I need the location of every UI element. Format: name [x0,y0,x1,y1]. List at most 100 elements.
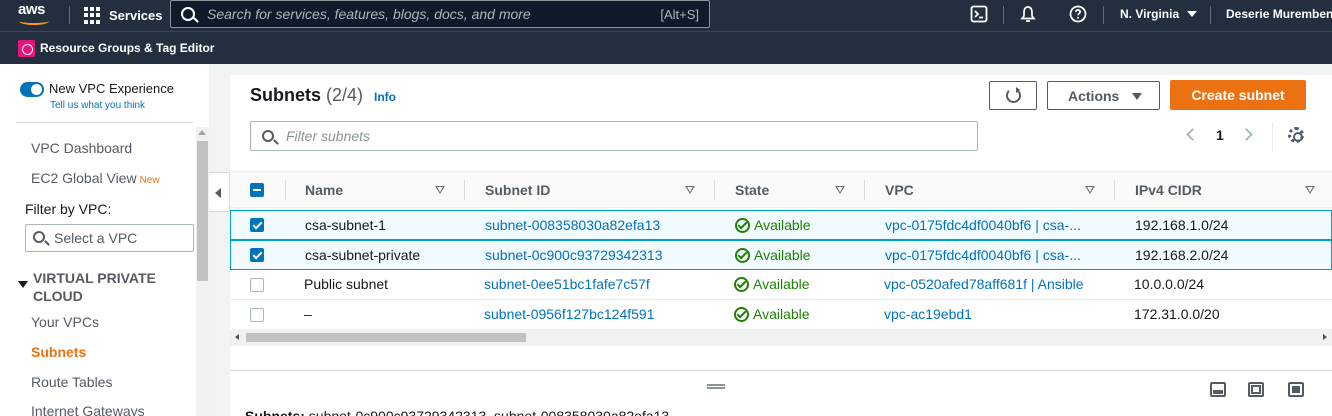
vpc-filter-select[interactable]: Select a VPC [25,224,194,252]
row-checkbox[interactable] [250,218,264,232]
scrollbar-thumb[interactable] [197,141,208,281]
selection-count: (2/4) [326,85,364,105]
subnets-panel: Subnets (2/4) Info Actions Create subnet… [230,75,1332,370]
page-title-text: Subnets [250,85,322,105]
sidebar-item-route-tables[interactable]: Route Tables [31,374,112,390]
global-search-input[interactable]: Search for services, features, blogs, do… [170,0,710,28]
sidebar-scrollbar[interactable] [196,127,209,416]
region-label: N. Virginia [1120,7,1180,21]
region-selector[interactable]: N. Virginia [1120,0,1198,31]
split-panel: Subnets: subnet-0c900c93729342313, subne… [230,370,1332,416]
state-label: Available [754,217,811,233]
feedback-link[interactable]: Tell us what you think [50,100,145,111]
sort-icon [835,186,845,194]
sidebar-item-vpc-dashboard[interactable]: VPC Dashboard [31,140,132,156]
cell-state: Available [735,217,811,233]
column-label: Subnet ID [485,182,551,198]
table-header: Name Subnet ID State VPC IPv4 CIDR [230,171,1332,208]
column-header-state[interactable]: State [735,172,860,208]
row-checkbox[interactable] [250,248,264,262]
drag-handle-icon[interactable] [707,384,725,389]
cell-subnet-id[interactable]: subnet-0ee51bc1fafe7c57f [484,276,650,292]
cell-vpc[interactable]: vpc-0175fdc4df0040bf6 | csa-... [885,217,1081,233]
sort-icon [1085,186,1095,194]
cell-ipv4-cidr: 172.31.0.0/20 [1134,306,1220,322]
next-page-icon[interactable] [1240,128,1253,141]
cell-vpc[interactable]: vpc-0175fdc4df0040bf6 | csa-... [885,247,1081,263]
cloudshell-icon[interactable] [969,5,989,25]
cell-vpc[interactable]: vpc-0520afed78aff681f | Ansible [884,276,1084,292]
column-header-subnet-id[interactable]: Subnet ID [485,172,700,208]
grid-icon [84,7,101,24]
row-checkbox[interactable] [250,278,264,292]
actions-button[interactable]: Actions [1047,81,1160,110]
pagination-divider [1272,122,1273,152]
nav-divider [1103,6,1104,24]
cell-subnet-id[interactable]: subnet-008358030a82efa13 [485,217,660,233]
filter-subnets-input[interactable]: Filter subnets [250,121,978,151]
cell-subnet-id[interactable]: subnet-0c900c93729342313 [485,247,663,263]
search-icon [33,231,45,243]
column-label: VPC [885,182,914,198]
row-checkbox[interactable] [250,308,264,322]
split-panel-full-icon[interactable] [1288,382,1304,397]
split-panel-side-icon[interactable] [1248,382,1264,397]
new-vpc-experience-toggle[interactable] [20,82,44,97]
table-row[interactable]: Public subnet subnet-0ee51bc1fafe7c57f A… [230,270,1332,300]
vpc-filter-placeholder: Select a VPC [54,230,138,246]
sort-icon [685,186,695,194]
table-horizontal-scrollbar[interactable] [230,329,1332,346]
account-menu[interactable]: Deserie Murembeni [1226,0,1332,31]
cell-name: csa-subnet-1 [305,217,386,233]
column-divider [464,180,465,200]
help-icon[interactable] [1068,5,1088,25]
sidebar-item-your-vpcs[interactable]: Your VPCs [31,314,99,330]
nav-divider [1210,6,1211,24]
column-header-vpc[interactable]: VPC [885,172,1105,208]
refresh-arrow-icon [1016,87,1020,93]
actions-label: Actions [1068,88,1120,104]
scrollbar-thumb[interactable] [246,333,526,342]
aws-logo-text: aws [18,1,45,18]
sidebar-item-internet-gateways[interactable]: Internet Gateways [31,403,145,416]
previous-page-icon[interactable] [1186,128,1199,141]
aws-smile-icon [19,17,49,25]
filter-placeholder: Filter subnets [286,128,371,144]
favorite-resource-groups[interactable]: Resource Groups & Tag Editor [40,32,214,64]
current-page[interactable]: 1 [1216,127,1224,143]
column-header-ipv4-cidr[interactable]: IPv4 CIDR [1135,172,1325,208]
gear-icon[interactable] [1288,127,1304,143]
aws-logo[interactable]: aws [18,2,54,28]
cell-subnet-id[interactable]: subnet-0956f127bc124f591 [484,306,654,322]
column-divider [864,180,865,200]
column-divider [714,180,715,200]
sidebar-item-subnets[interactable]: Subnets [31,344,86,360]
split-panel-bottom-icon[interactable] [1210,382,1226,397]
section-virtual-private-cloud[interactable]: VIRTUAL PRIVATE CLOUD [33,269,183,305]
bell-icon[interactable] [1018,5,1038,25]
services-menu-button[interactable]: Services [84,0,163,31]
split-panel-summary: Subnets: subnet-0c900c93729342313, subne… [245,408,669,416]
cell-vpc[interactable]: vpc-ac19ebd1 [884,306,972,322]
collapse-sidebar-button[interactable] [209,172,230,212]
state-label: Available [753,276,810,292]
create-subnet-button[interactable]: Create subnet [1170,80,1306,110]
check-circle-icon [734,307,749,322]
sidebar-item-ec2-global-view[interactable]: EC2 Global View New [31,170,160,186]
sidebar-divider [16,122,193,123]
caret-down-icon[interactable] [18,281,28,288]
refresh-button[interactable] [989,81,1037,110]
sort-icon [1305,186,1315,194]
column-header-name[interactable]: Name [305,172,450,208]
cell-name: csa-subnet-private [305,247,421,263]
select-all-checkbox[interactable] [250,183,264,197]
table-row[interactable]: csa-subnet-private subnet-0c900c93729342… [230,240,1332,270]
info-link[interactable]: Info [374,90,396,104]
cell-name: Public subnet [304,276,389,292]
table-row[interactable]: csa-subnet-1 subnet-008358030a82efa13 Av… [230,210,1332,240]
scroll-up-icon[interactable] [198,130,206,135]
scroll-left-icon[interactable] [235,334,239,340]
scroll-right-icon[interactable] [1323,334,1327,340]
sidebar-item-label: EC2 Global View [31,170,137,186]
table-row[interactable]: – subnet-0956f127bc124f591 Available vpc… [230,300,1332,330]
